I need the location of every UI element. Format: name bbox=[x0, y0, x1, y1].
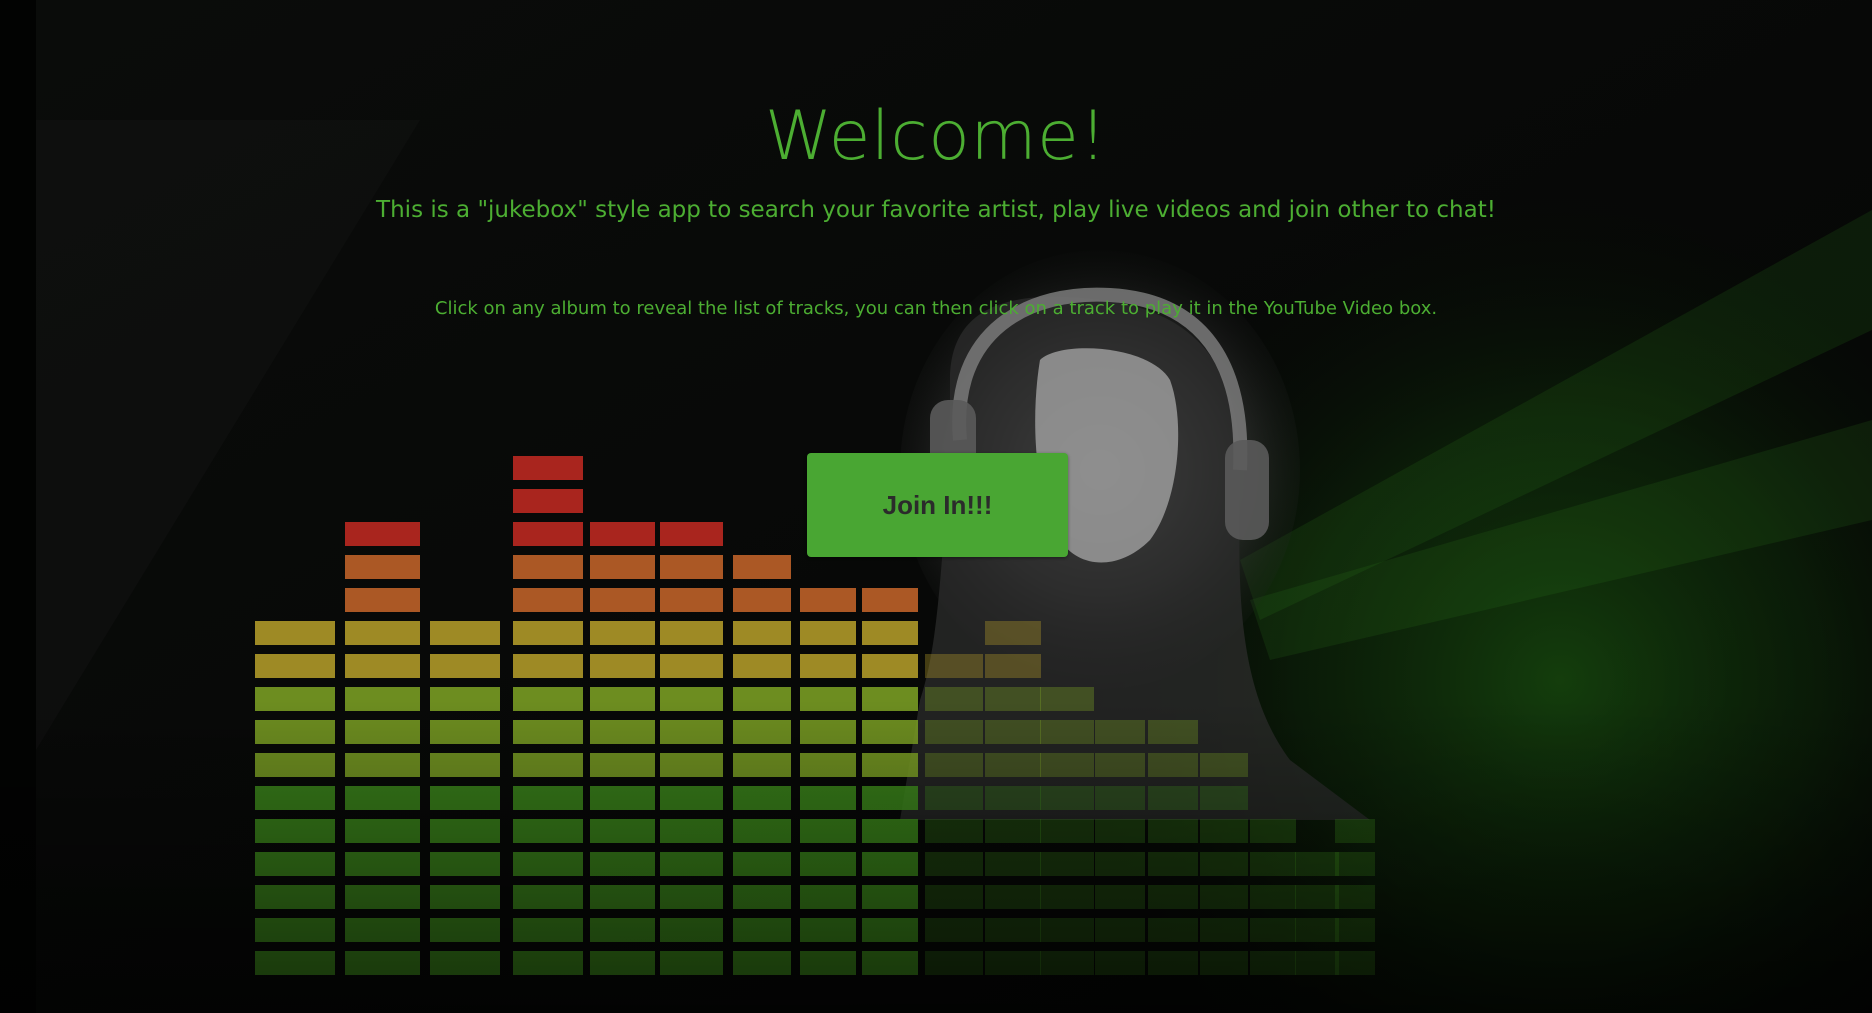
instructions-text: Click on any album to reveal the list of… bbox=[434, 298, 1438, 319]
equalizer-bar-segment bbox=[590, 654, 655, 678]
equalizer-bar-segment bbox=[345, 621, 420, 645]
equalizer-bar-segment bbox=[660, 621, 723, 645]
page-title: Welcome! bbox=[764, 97, 1108, 176]
equalizer-bar-segment bbox=[255, 654, 335, 678]
equalizer-bar-segment bbox=[513, 456, 583, 480]
equalizer-bar-segment bbox=[590, 555, 655, 579]
equalizer-bar-segment bbox=[513, 621, 583, 645]
equalizer-bar-segment bbox=[590, 621, 655, 645]
equalizer-bar-segment bbox=[513, 588, 583, 612]
equalizer-bar-segment bbox=[800, 654, 856, 678]
equalizer-bar-segment bbox=[513, 489, 583, 513]
equalizer-bar-segment bbox=[345, 588, 420, 612]
equalizer-bar-segment bbox=[660, 522, 723, 546]
equalizer-bar-segment bbox=[345, 654, 420, 678]
equalizer-bar-segment bbox=[513, 555, 583, 579]
equalizer-bar-segment bbox=[590, 588, 655, 612]
equalizer-bar-segment bbox=[985, 654, 1041, 678]
equalizer-bar-segment bbox=[733, 555, 791, 579]
equalizer-bar-segment bbox=[733, 588, 791, 612]
equalizer-bar-segment bbox=[345, 522, 420, 546]
equalizer-bar-segment bbox=[862, 621, 918, 645]
join-in-button[interactable]: Join In!!! bbox=[807, 453, 1068, 557]
landing-page: Welcome! This is a "jukebox" style app t… bbox=[0, 0, 1872, 1013]
equalizer-bar-segment bbox=[590, 522, 655, 546]
equalizer-bar-segment bbox=[660, 588, 723, 612]
equalizer-bar-segment bbox=[430, 654, 500, 678]
equalizer-bar-segment bbox=[255, 621, 335, 645]
equalizer-bar-segment bbox=[862, 654, 918, 678]
equalizer-bar-segment bbox=[513, 522, 583, 546]
equalizer-bar-segment bbox=[925, 654, 983, 678]
equalizer-bar-segment bbox=[733, 621, 791, 645]
equalizer-bar-segment bbox=[733, 654, 791, 678]
equalizer-bar-segment bbox=[430, 621, 500, 645]
page-subtitle: This is a "jukebox" style app to search … bbox=[376, 197, 1496, 223]
equalizer-bar-segment bbox=[800, 588, 856, 612]
equalizer-bar-segment bbox=[800, 621, 856, 645]
equalizer-bar-segment bbox=[345, 555, 420, 579]
equalizer-bar-segment bbox=[660, 555, 723, 579]
equalizer-bar-segment bbox=[513, 654, 583, 678]
equalizer-bar-segment bbox=[985, 621, 1041, 645]
equalizer-bar-segment bbox=[660, 654, 723, 678]
equalizer-bar-segment bbox=[862, 588, 918, 612]
